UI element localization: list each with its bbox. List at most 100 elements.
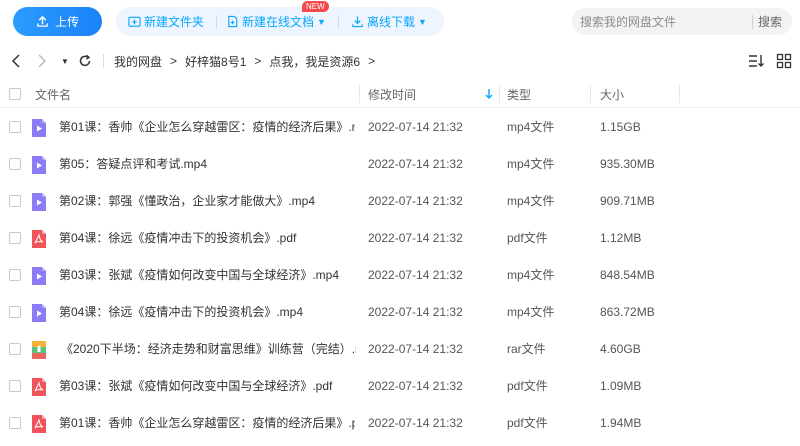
file-size: 848.54MB (600, 268, 655, 282)
row-checkbox[interactable] (9, 417, 21, 429)
file-name[interactable]: 第01课：香帅《企业怎么穿越雷区：疫情的经济后果》.m... (59, 109, 355, 146)
search-input[interactable] (572, 14, 752, 29)
file-type: mp4文件 (507, 157, 555, 171)
row-checkbox[interactable] (9, 121, 21, 133)
file-name[interactable]: 第05：答疑点评和考试.mp4 (59, 146, 355, 183)
column-header-size[interactable]: 大小 (600, 80, 624, 108)
column-divider (679, 85, 680, 103)
offline-download-button[interactable]: 离线下载 ▼ (351, 7, 427, 36)
table-row[interactable]: 第02课：郭强《懂政治，企业家才能做大》.mp4 2022-07-14 21:32… (0, 183, 800, 220)
offline-download-label: 离线下载 (366, 15, 415, 29)
file-name[interactable]: 《2020下半场：经济走势和财富思维》训练营（完结）.rar (61, 331, 356, 368)
grid-view-icon[interactable] (776, 53, 792, 69)
row-checkbox[interactable] (9, 380, 21, 392)
pdf-file-icon (31, 377, 47, 397)
caret-down-icon: ▼ (417, 16, 427, 27)
file-name[interactable]: 第02课：郭强《懂政治，企业家才能做大》.mp4 (59, 183, 355, 220)
sort-desc-icon[interactable] (484, 88, 494, 100)
file-modified-time: 2022-07-14 21:32 (368, 268, 463, 282)
breadcrumb-separator: > (254, 54, 262, 68)
file-type: mp4文件 (507, 305, 555, 319)
video-file-icon (31, 192, 47, 212)
select-all-checkbox[interactable] (9, 88, 21, 100)
file-size: 935.30MB (600, 157, 655, 171)
refresh-icon[interactable] (77, 52, 93, 70)
breadcrumb-item-current[interactable]: 点我，我是资源6 (269, 53, 360, 70)
file-name[interactable]: 第04课：徐远《疫情冲击下的投资机会》.pdf (59, 220, 355, 257)
new-badge: NEW (302, 1, 329, 12)
file-modified-time: 2022-07-14 21:32 (368, 305, 463, 319)
file-modified-time: 2022-07-14 21:32 (368, 231, 463, 245)
table-row[interactable]: 第03课：张斌《疫情如何改变中国与全球经济》.pdf 2022-07-14 21:… (0, 368, 800, 405)
new-folder-button[interactable]: 新建文件夹 (128, 7, 204, 36)
file-size: 1.94MB (600, 416, 642, 430)
table-row[interactable]: 第05：答疑点评和考试.mp4 2022-07-14 21:32 mp4文件 935.… (0, 146, 800, 183)
column-divider (590, 85, 591, 103)
upload-label: 上传 (54, 15, 79, 29)
file-modified-time: 2022-07-14 21:32 (368, 416, 463, 430)
video-file-icon (31, 155, 47, 175)
table-row[interactable]: 《2020下半场：经济走势和财富思维》训练营（完结）.rar 2022-07-14… (0, 331, 800, 368)
file-type: pdf文件 (507, 379, 548, 393)
file-size: 4.60GB (600, 342, 641, 356)
toolbar-divider (337, 14, 339, 29)
file-name[interactable]: 第03课：张斌《疫情如何改变中国与全球经济》.mp4 (59, 257, 355, 294)
row-checkbox[interactable] (9, 158, 21, 170)
column-header-modified[interactable]: 修改时间 (368, 80, 416, 108)
action-group: 新建文件夹 新建在线文档 ▼ 离线下载 ▼ (116, 7, 444, 36)
toolbar-divider (216, 14, 218, 29)
forward-icon[interactable] (34, 52, 50, 70)
table-row[interactable]: 第01课：香帅《企业怎么穿越雷区：疫情的经济后果》.pdf 2022-07-14 … (0, 405, 800, 442)
sort-icon[interactable] (748, 53, 764, 69)
file-type: pdf文件 (507, 416, 548, 430)
new-online-doc-label: 新建在线文档 (242, 15, 315, 29)
table-header: 文件名 修改时间 类型 大小 (0, 80, 800, 108)
row-checkbox[interactable] (9, 343, 21, 355)
nav-bar: ▼ 我的网盘 > 好梓猫8号1 > 点我，我是资源6 > (0, 46, 800, 76)
file-size: 909.71MB (600, 194, 655, 208)
file-name[interactable]: 第03课：张斌《疫情如何改变中国与全球经济》.pdf (59, 368, 355, 405)
column-divider (499, 85, 500, 103)
file-type: rar文件 (507, 342, 546, 356)
upload-button[interactable]: 上传 (13, 7, 102, 36)
breadcrumb-separator: > (170, 54, 178, 68)
table-row[interactable]: 第01课：香帅《企业怎么穿越雷区：疫情的经济后果》.m... 2022-07-14… (0, 109, 800, 146)
new-folder-label: 新建文件夹 (144, 15, 205, 29)
nav-divider (103, 54, 104, 68)
history-dropdown-icon[interactable]: ▼ (60, 53, 70, 69)
table-row[interactable]: 第04课：徐远《疫情冲击下的投资机会》.pdf 2022-07-14 21:32 p… (0, 220, 800, 257)
video-file-icon (31, 303, 47, 323)
column-header-name[interactable]: 文件名 (35, 80, 71, 108)
file-modified-time: 2022-07-14 21:32 (368, 194, 463, 208)
video-file-icon (31, 266, 47, 286)
file-size: 1.15GB (600, 120, 641, 134)
row-checkbox[interactable] (9, 195, 21, 207)
file-name[interactable]: 第01课：香帅《企业怎么穿越雷区：疫情的经济后果》.pdf (59, 405, 355, 442)
row-checkbox[interactable] (9, 306, 21, 318)
breadcrumb-separator: > (368, 54, 376, 68)
table-row[interactable]: 第04课：徐远《疫情冲击下的投资机会》.mp4 2022-07-14 21:32 m… (0, 294, 800, 331)
file-name[interactable]: 第04课：徐远《疫情冲击下的投资机会》.mp4 (59, 294, 355, 331)
file-modified-time: 2022-07-14 21:32 (368, 342, 463, 356)
breadcrumb-item-folder[interactable]: 好梓猫8号1 (185, 53, 246, 70)
row-checkbox[interactable] (9, 232, 21, 244)
column-divider (359, 85, 360, 103)
back-icon[interactable] (8, 52, 24, 70)
file-type: pdf文件 (507, 231, 548, 245)
file-size: 1.09MB (600, 379, 642, 393)
file-modified-time: 2022-07-14 21:32 (368, 379, 463, 393)
table-row[interactable]: 第03课：张斌《疫情如何改变中国与全球经济》.mp4 2022-07-14 21:… (0, 257, 800, 294)
column-header-type[interactable]: 类型 (507, 80, 531, 108)
file-type: mp4文件 (507, 120, 555, 134)
archive-file-icon (31, 340, 47, 360)
new-folder-icon (128, 16, 141, 27)
new-doc-icon (228, 15, 238, 28)
toolbar: 上传 新建文件夹 新建在线文档 ▼ 离线下载 ▼ NEW 搜索 (0, 0, 800, 44)
caret-down-icon: ▼ (317, 16, 326, 27)
search-button[interactable]: 搜索 (753, 13, 782, 30)
search-box: 搜索 (572, 8, 792, 35)
breadcrumb-item-root[interactable]: 我的网盘 (114, 53, 162, 70)
upload-icon (37, 15, 48, 27)
row-checkbox[interactable] (9, 269, 21, 281)
video-file-icon (31, 118, 47, 138)
